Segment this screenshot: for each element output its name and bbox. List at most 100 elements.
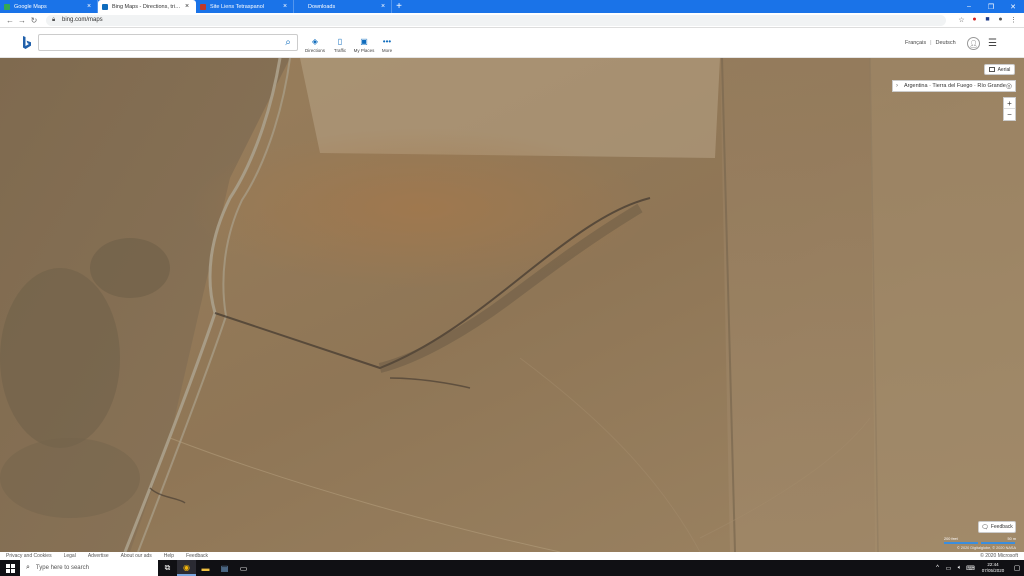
search-icon: ⌕: [26, 564, 30, 571]
footer-link-advertise[interactable]: Advertise: [88, 553, 109, 559]
scale-meters-label: 50 m: [1007, 537, 1016, 541]
terminal-icon[interactable]: ▭: [234, 560, 253, 576]
map-layers-icon: [988, 67, 995, 72]
map-view-label: Aerial: [997, 66, 1011, 73]
system-tray: ^ ▭ 🔈︎ ⌨︎ 22:44 07/05/2020 ▢: [932, 560, 1024, 576]
footer-link-legal[interactable]: Legal: [64, 553, 76, 559]
address-bar[interactable]: 🔒︎ bing.com/maps: [46, 14, 946, 26]
taskbar-search-placeholder: Type here to search: [35, 565, 89, 571]
bing-logo-icon[interactable]: [22, 36, 32, 50]
zoom-in-button[interactable]: +: [1004, 98, 1015, 109]
taskbar-search-input[interactable]: ⌕ Type here to search: [20, 560, 158, 576]
directions-button[interactable]: ◈ Directions: [302, 37, 328, 53]
tab-site-liens[interactable]: Site Liens Tetraspanol ×: [196, 0, 294, 13]
scale-feet-label: 200 feet: [944, 537, 958, 541]
task-view-icon[interactable]: ⧉: [158, 560, 177, 576]
notepad-icon[interactable]: ▤: [215, 560, 234, 576]
footer-link-help[interactable]: Help: [164, 553, 174, 559]
extension-icon[interactable]: ■: [981, 16, 994, 24]
feedback-label: Feedback: [990, 524, 1013, 530]
keyboard-icon[interactable]: ⌨︎: [965, 565, 976, 572]
zoom-controls: + −: [1003, 97, 1016, 121]
breadcrumb-text: Argentina · Tierra del Fuego · Río Grand…: [904, 83, 1006, 89]
avatar[interactable]: 👤︎: [967, 37, 980, 50]
tab-downloads[interactable]: Downloads ×: [294, 0, 392, 13]
lang-german-link[interactable]: Deutsch: [936, 40, 956, 46]
traffic-button[interactable]: ▯ Traffic: [327, 37, 353, 53]
bing-header: ⌕ ◈ Directions ▯ Traffic ▣ My Places •••…: [0, 28, 1024, 58]
scale-bar-meters: [981, 542, 1015, 544]
reload-icon[interactable]: ↻: [28, 16, 40, 25]
footer-link-feedback[interactable]: Feedback: [186, 553, 208, 559]
network-icon[interactable]: ▭: [943, 565, 954, 572]
location-breadcrumb[interactable]: › Argentina · Tierra del Fuego · Río Gra…: [892, 80, 1016, 92]
start-button[interactable]: [0, 560, 20, 576]
volume-icon[interactable]: 🔈︎: [954, 565, 965, 572]
chat-icon: 🗨︎: [981, 524, 989, 531]
tab-close-icon[interactable]: ×: [183, 3, 191, 10]
more-icon: •••: [382, 37, 392, 46]
bing-footer: Privacy and Cookies Legal Advertise Abou…: [0, 552, 1024, 560]
feedback-button[interactable]: 🗨︎ Feedback: [978, 521, 1016, 533]
minimize-icon[interactable]: –: [958, 0, 980, 13]
google-maps-favicon-icon: [4, 3, 10, 10]
file-explorer-icon[interactable]: ▬: [196, 560, 215, 576]
forward-icon[interactable]: →: [16, 16, 28, 25]
search-icon[interactable]: ⌕: [281, 36, 295, 49]
footer-link-about-ads[interactable]: About our ads: [121, 553, 152, 559]
taskbar-clock[interactable]: 22:44 07/05/2020: [976, 562, 1010, 574]
more-label: More: [381, 48, 393, 53]
tab-label: Site Liens Tetraspanol: [210, 3, 265, 10]
traffic-label: Traffic: [333, 48, 347, 53]
lock-icon: 🔒︎: [52, 16, 56, 23]
hamburger-menu-icon[interactable]: ☰: [988, 38, 997, 49]
window-controls: – ❐ ✕: [958, 0, 1024, 13]
satellite-imagery[interactable]: [0, 58, 1024, 552]
url-text: bing.com/maps: [62, 17, 103, 23]
downloads-favicon-icon: [298, 3, 304, 10]
map-search-input[interactable]: [38, 34, 298, 51]
site-favicon-icon: [200, 3, 206, 10]
profile-icon[interactable]: ●: [994, 16, 1007, 24]
tab-bing-maps[interactable]: Bing Maps - Directions, trip planning ×: [98, 0, 196, 13]
clock-date: 07/05/2020: [981, 568, 1005, 573]
windows-logo-icon: [5, 563, 15, 573]
bing-favicon-icon: [102, 3, 108, 10]
tab-google-maps[interactable]: Google Maps ×: [0, 0, 98, 13]
action-center-icon[interactable]: ▢: [1010, 564, 1024, 572]
zoom-out-button[interactable]: −: [1004, 109, 1015, 120]
lang-separator: |: [930, 40, 932, 46]
directions-label: Directions: [304, 48, 325, 53]
more-button[interactable]: ••• More: [374, 37, 400, 53]
restore-icon[interactable]: ❐: [980, 0, 1002, 13]
traffic-icon: ▯: [337, 37, 343, 46]
close-window-icon[interactable]: ✕: [1002, 0, 1024, 13]
user-icon: 👤︎: [969, 40, 978, 48]
chevron-up-icon[interactable]: ^: [932, 565, 943, 571]
tab-label: Google Maps: [14, 3, 47, 10]
footer-link-privacy[interactable]: Privacy and Cookies: [6, 553, 52, 559]
locate-me-icon[interactable]: ◎: [1006, 82, 1012, 90]
imagery-attribution: © 2020 Digitalglobe, © 2020 NASA: [957, 546, 1016, 550]
map-scale-bar: 200 feet 50 m © 2020 Digitalglobe, © 202…: [944, 537, 1016, 550]
directions-icon: ◈: [311, 37, 319, 46]
browser-menu-icon[interactable]: ⋮: [1007, 16, 1020, 24]
browser-tab-strip: Google Maps × Bing Maps - Directions, tr…: [0, 0, 1024, 13]
browser-toolbar: ← → ↻ 🔒︎ bing.com/maps ☆ ● ■ ● ⋮: [0, 13, 1024, 28]
chevron-right-icon: ›: [896, 83, 898, 89]
copyright-text: © 2020 Microsoft: [980, 553, 1018, 559]
tab-close-icon[interactable]: ×: [281, 3, 289, 10]
map-view-toggle-button[interactable]: Aerial: [984, 64, 1015, 75]
lang-french-link[interactable]: Français: [905, 40, 926, 46]
tab-close-icon[interactable]: ×: [379, 3, 387, 10]
chrome-taskbar-icon[interactable]: ◉: [177, 560, 196, 576]
extension-icon[interactable]: ●: [968, 16, 981, 24]
language-switcher: Français | Deutsch: [905, 40, 956, 46]
back-icon[interactable]: ←: [4, 16, 16, 25]
tab-label: Bing Maps - Directions, trip planning: [112, 3, 183, 10]
bookmark-star-icon[interactable]: ☆: [955, 16, 968, 24]
scale-bar-feet: [944, 542, 978, 544]
tab-close-icon[interactable]: ×: [85, 3, 93, 10]
aerial-map[interactable]: [0, 58, 1024, 552]
new-tab-button[interactable]: +: [392, 0, 406, 13]
